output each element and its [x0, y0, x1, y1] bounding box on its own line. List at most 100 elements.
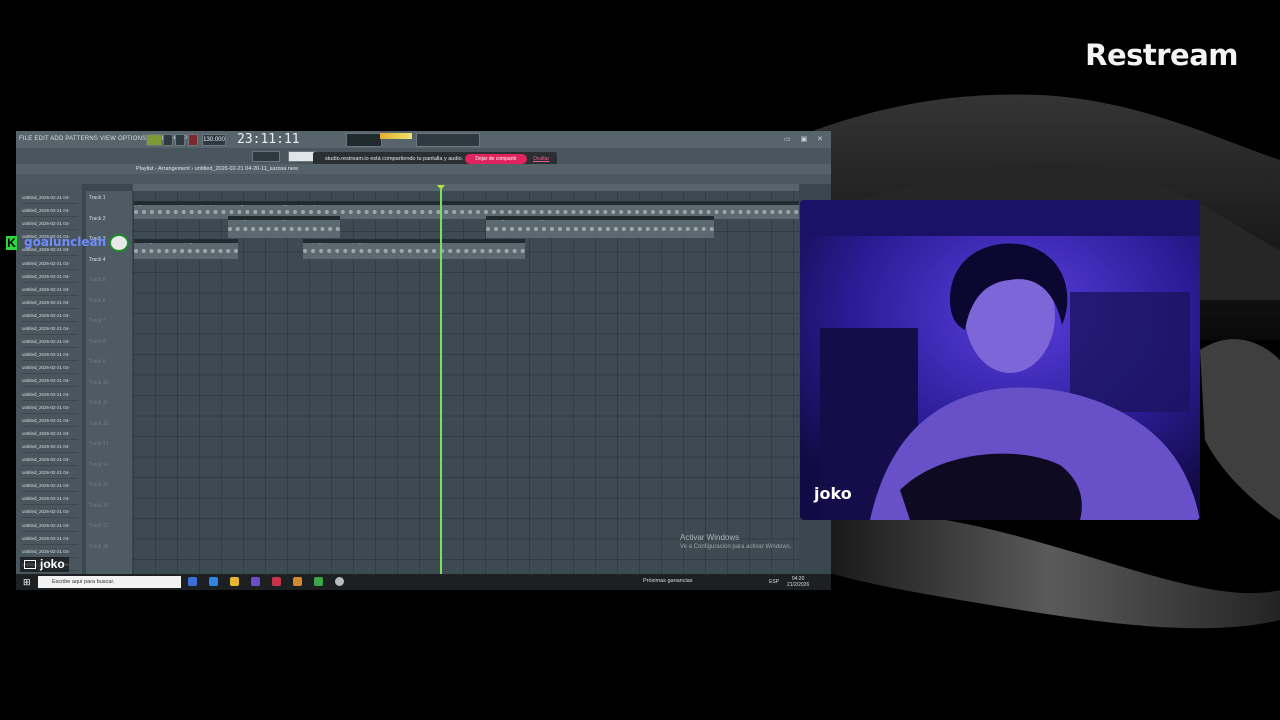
browser-item[interactable]: untitled_2026-02-21 04- [22, 533, 78, 545]
song-time: 23:11:11 [237, 132, 300, 147]
browser-item[interactable]: untitled_2026-02-21 04- [22, 389, 78, 401]
track-header[interactable]: Track 11 [89, 400, 108, 406]
playhead[interactable] [440, 188, 442, 574]
browser-item[interactable]: untitled_2026-02-21 04- [22, 192, 78, 204]
track-header[interactable]: Track 16 [89, 503, 108, 509]
browser-item[interactable]: untitled_2026-02-21 04- [22, 467, 78, 480]
hide-notice-link[interactable]: Ocultar [533, 156, 549, 162]
clock-date: 21/2/2026 [787, 582, 810, 588]
track-header[interactable]: Track 1 [89, 195, 105, 201]
waveform-monitor [346, 133, 382, 147]
browser-item[interactable]: untitled_2026-02-21 04- [22, 362, 78, 375]
track-header[interactable]: Track 10 [89, 380, 108, 386]
taskbar-clock[interactable]: 04:20 21/2/2026 [787, 576, 809, 588]
browser-item[interactable]: untitled_2026-02-21 04- [22, 520, 78, 532]
search-placeholder: Escribe aquí para buscar. [52, 579, 115, 585]
browser-item[interactable]: untitled_2026-02-21 04- [22, 323, 78, 335]
browser-item[interactable]: untitled_2026-02-21 04- [22, 480, 78, 493]
screen-share: FILE EDIT ADD PATTERNS VIEW OPTIONS TOOL… [16, 131, 831, 590]
track-header[interactable]: Track 5 [89, 277, 105, 283]
browser-item[interactable]: untitled_2026-02-21 04- [22, 402, 78, 414]
opera-icon[interactable] [272, 577, 281, 586]
fl-menubar: FILE EDIT ADD PATTERNS VIEW OPTIONS TOOL… [16, 131, 831, 148]
activate-windows-subtitle: Ve a Configuración para activar Windows. [680, 544, 792, 550]
stop-button[interactable] [175, 134, 185, 146]
browser-item[interactable]: untitled_2026-02-21 04- [22, 428, 78, 440]
audio-clip[interactable]: untitled_2026-02-21 04-11-37_sarosa new [228, 216, 340, 238]
track-header[interactable]: Track 14 [89, 462, 108, 468]
screen-share-name-tag: joko [20, 557, 69, 572]
stop-sharing-button[interactable]: Dejar de compartir [465, 154, 527, 164]
browser-item[interactable]: untitled_2026-02-21 04- [22, 258, 78, 270]
browser-item[interactable]: untitled_2026-02-21 04- [22, 218, 78, 231]
snap-select[interactable] [252, 151, 280, 162]
track-header[interactable]: Track 18 [89, 544, 108, 550]
screen-share-name: joko [40, 557, 65, 571]
taskbar-search[interactable]: Escribe aquí para buscar. [38, 576, 181, 588]
browser-item[interactable]: untitled_2026-02-21 04- [22, 284, 78, 296]
track-header[interactable]: Track 4 [89, 257, 105, 263]
pattern-song-toggle[interactable] [146, 134, 162, 146]
track-header[interactable]: Track 12 [89, 421, 108, 427]
window-controls[interactable]: ▭ ▣ ✕ [784, 135, 827, 143]
browser-item[interactable]: untitled_2026-02-21 04- [22, 271, 78, 283]
track-header[interactable]: Track 13 [89, 441, 108, 447]
browser-item[interactable]: untitled_2026-02-21 04- [22, 375, 78, 388]
webcam-image [800, 200, 1200, 520]
clip-label: untitled_2026-02-21 04-16-17_sarosa new [306, 239, 382, 244]
audio-clip[interactable]: untitled_2026-02-21 04-16-17_sarosa new [303, 239, 525, 259]
clip-label: Dj Bella 3 Retired x Jersey Beat x Hip H… [137, 201, 323, 206]
kick-logo-icon: K [6, 236, 17, 250]
webcam-feed [800, 200, 1200, 520]
chat-username: goaluncleah [24, 235, 107, 249]
record-button[interactable] [188, 134, 198, 146]
browser-item[interactable]: untitled_2026-02-21 04- [22, 493, 78, 506]
browser-item[interactable]: untitled_2026-02-21 04- [22, 297, 78, 309]
track-header[interactable]: Track 9 [89, 359, 105, 365]
tempo-display[interactable]: 130.000 [202, 134, 226, 146]
news-widget[interactable]: Próximas ganancias [643, 578, 693, 584]
timeline-ruler[interactable] [133, 184, 799, 191]
track-header[interactable]: Track 15 [89, 482, 108, 488]
audio-clip[interactable]: untitled_2026-02-21 04-20-11_sarosa new [486, 216, 714, 238]
restream-logo: Restream [1085, 38, 1238, 72]
browser-item[interactable]: untitled_2026-02-21 04- [22, 441, 78, 453]
windows-taskbar: ⊞ Escribe aquí para buscar. Próximas gan… [16, 574, 831, 590]
monitor-icon [24, 560, 36, 570]
fl-studio-icon[interactable] [293, 577, 302, 586]
windows-start-icon[interactable]: ⊞ [23, 577, 31, 588]
browser-item[interactable]: untitled_2026-02-21 04- [22, 415, 78, 427]
file-explorer-icon[interactable] [230, 577, 239, 586]
track-header[interactable]: Track 17 [89, 523, 108, 529]
playlist-toolbar [16, 174, 831, 184]
task-view-icon[interactable] [188, 577, 197, 586]
browser-item[interactable]: untitled_2026-02-21 04- [22, 506, 78, 519]
cpu-meter [416, 133, 480, 147]
sharing-notice-text: studio.restream.io está compartiendo tu … [325, 156, 464, 162]
track-header[interactable]: Track 7 [89, 318, 105, 324]
audio-clip[interactable]: untitled_2026-02-21 04-16-18_sarosa new [134, 239, 238, 259]
browser-item[interactable]: untitled_2026-02-21 04- [22, 454, 78, 466]
app-icon[interactable] [314, 577, 323, 586]
pattern-select[interactable] [288, 151, 316, 162]
playlist-titlebar: Playlist - Arrangement › untitled_2026-0… [16, 164, 831, 174]
activate-windows-title: Activar Windows [680, 533, 740, 542]
clip-label: untitled_2026-02-21 04-20-11_sarosa new [489, 216, 565, 221]
browser-item[interactable]: untitled_2026-02-21 04- [22, 546, 78, 558]
chat-emote-icon [109, 234, 129, 252]
browser-item[interactable]: untitled_2026-02-21 04- [22, 310, 78, 322]
edge-icon[interactable] [209, 577, 218, 586]
track-header[interactable]: Track 8 [89, 339, 105, 345]
browser-item[interactable]: untitled_2026-02-21 04- [22, 205, 78, 218]
play-button[interactable] [163, 134, 173, 146]
language-indicator[interactable]: ESP [769, 579, 779, 585]
track-header[interactable]: Track 2 [89, 216, 105, 222]
browser-item[interactable]: untitled_2026-02-21 04- [22, 349, 78, 362]
browser-item[interactable]: untitled_2026-02-21 04- [22, 336, 78, 349]
track-header[interactable]: Track 6 [89, 298, 105, 304]
playlist-title: Playlist - Arrangement › untitled_2026-0… [136, 166, 298, 172]
clip-label: untitled_2026-02-21 04-11-37_sarosa new [231, 216, 307, 221]
app-icon[interactable] [335, 577, 344, 586]
app-icon[interactable] [251, 577, 260, 586]
webcam-name: joko [814, 484, 852, 503]
